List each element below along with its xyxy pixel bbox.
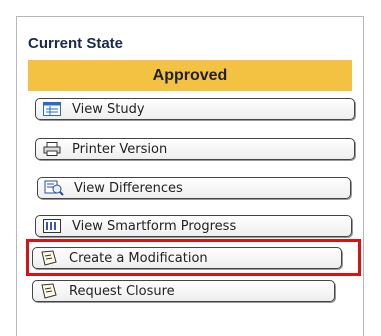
panel-title: Current State [28, 35, 124, 52]
request-closure-button[interactable]: Request Closure [32, 280, 335, 302]
view-study-label: View Study [72, 101, 145, 117]
view-smartform-progress-button[interactable]: View Smartform Progress [35, 215, 352, 237]
printer-version-label: Printer Version [72, 141, 168, 157]
smartform-progress-icon [41, 218, 63, 234]
study-window-icon [41, 101, 63, 117]
create-modification-label: Create a Modification [69, 250, 208, 266]
view-smartform-progress-label: View Smartform Progress [72, 218, 237, 234]
current-state-panel: Current State Approved View Study Printe… [16, 16, 364, 336]
request-closure-label: Request Closure [69, 283, 175, 299]
printer-icon [41, 141, 63, 157]
view-study-button[interactable]: View Study [35, 98, 355, 120]
document-icon [38, 250, 60, 266]
document-icon [38, 283, 60, 299]
state-badge: Approved [28, 60, 352, 91]
view-differences-label: View Differences [74, 180, 183, 196]
view-differences-button[interactable]: View Differences [37, 177, 351, 199]
printer-version-button[interactable]: Printer Version [35, 138, 355, 160]
create-modification-button[interactable]: Create a Modification [32, 247, 342, 269]
differences-icon [43, 180, 65, 196]
